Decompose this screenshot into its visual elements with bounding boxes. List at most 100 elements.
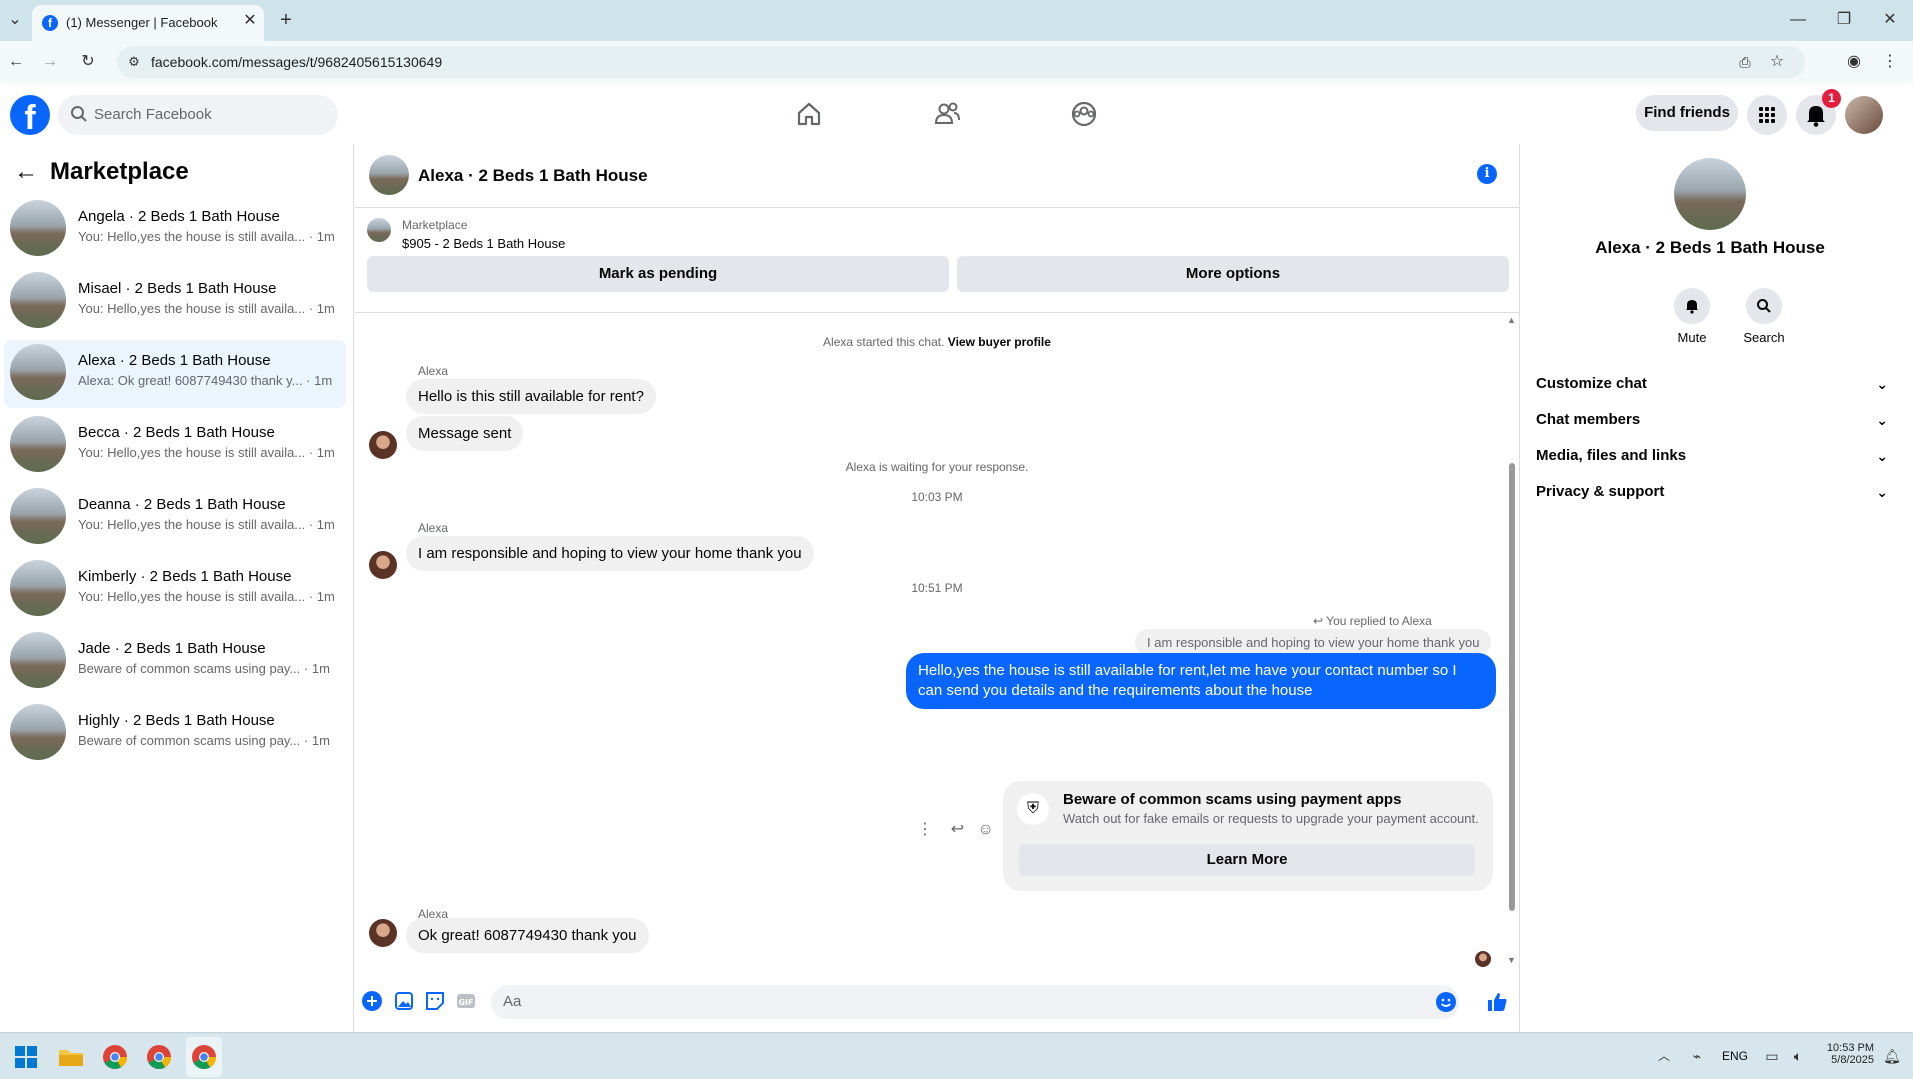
chat-listing-thumbnail[interactable] bbox=[369, 155, 409, 195]
file-explorer-icon[interactable] bbox=[58, 1045, 84, 1069]
listing-thumbnail bbox=[10, 200, 66, 256]
quoted-message[interactable]: I am responsible and hoping to view your… bbox=[1135, 629, 1492, 656]
address-bar[interactable]: ⚙ facebook.com/messages/t/96824056151306… bbox=[117, 46, 1805, 78]
outgoing-message[interactable]: Hello,yes the house is still available f… bbox=[906, 653, 1496, 709]
windows-start-icon[interactable] bbox=[14, 1045, 38, 1069]
emoji-icon[interactable] bbox=[1435, 991, 1457, 1013]
more-options-button[interactable]: More options bbox=[957, 256, 1509, 292]
site-info-icon[interactable]: ⚙ bbox=[125, 52, 143, 72]
notification-bell-icon[interactable]: 🔔︎ bbox=[1882, 1046, 1902, 1066]
back-icon[interactable]: ← bbox=[6, 52, 26, 72]
scrollbar-thumb[interactable] bbox=[1509, 463, 1515, 911]
scam-warning-text: Watch out for fake emails or requests to… bbox=[1063, 811, 1479, 826]
listing-photo[interactable] bbox=[1674, 158, 1746, 230]
photo-icon[interactable] bbox=[393, 990, 415, 1012]
chevron-down-icon: ⌄ bbox=[1876, 448, 1888, 464]
bookmark-star-icon[interactable]: ☆ bbox=[1767, 52, 1787, 72]
message-input[interactable]: Aa bbox=[491, 985, 1459, 1019]
chrome-active-icon[interactable] bbox=[186, 1037, 222, 1077]
browser-menu-icon[interactable]: ⋮ bbox=[1880, 52, 1900, 72]
sticker-icon[interactable] bbox=[424, 990, 446, 1012]
chrome-icon[interactable] bbox=[102, 1044, 128, 1070]
clock-date: 5/8/2025 bbox=[1831, 1054, 1874, 1066]
groups-icon[interactable] bbox=[1064, 94, 1104, 134]
more-icon[interactable]: ⋮ bbox=[917, 821, 933, 838]
scam-warning-title: Beware of common scams using payment app… bbox=[1063, 791, 1402, 808]
react-emoji-icon[interactable]: ☺ bbox=[978, 821, 994, 838]
chrome-profile-icon[interactable] bbox=[146, 1044, 172, 1070]
sender-name: Alexa bbox=[418, 521, 449, 535]
tab-close-icon[interactable]: ✕ bbox=[240, 11, 260, 31]
mark-as-pending-button[interactable]: Mark as pending bbox=[367, 256, 949, 292]
minimize-icon[interactable]: — bbox=[1788, 10, 1808, 30]
conversation-item[interactable]: Deanna · 2 Beds 1 Bath House You: Hello,… bbox=[4, 484, 346, 552]
chat-title[interactable]: Alexa · 2 Beds 1 Bath House bbox=[418, 166, 648, 186]
sender-avatar[interactable] bbox=[369, 431, 397, 459]
facebook-search[interactable]: Search Facebook bbox=[58, 95, 338, 135]
clock[interactable]: 10:53 PM 5/8/2025 bbox=[1810, 1042, 1874, 1066]
reply-icon[interactable]: ↩ bbox=[951, 821, 964, 838]
sender-avatar[interactable] bbox=[369, 551, 397, 579]
view-buyer-profile-link[interactable]: View buyer profile bbox=[948, 335, 1051, 349]
learn-more-button[interactable]: Learn More bbox=[1019, 844, 1475, 876]
find-friends-button[interactable]: Find friends bbox=[1636, 95, 1738, 131]
media-files-links-section[interactable]: Media, files and links ⌄ bbox=[1536, 438, 1888, 474]
close-window-icon[interactable]: ✕ bbox=[1880, 10, 1900, 30]
conversation-item[interactable]: Angela · 2 Beds 1 Bath House You: Hello,… bbox=[4, 196, 346, 264]
menu-grid-icon[interactable] bbox=[1747, 95, 1787, 135]
customize-chat-section[interactable]: Customize chat ⌄ bbox=[1536, 366, 1888, 402]
tray-chevron-up-icon[interactable]: ︿ bbox=[1654, 1046, 1674, 1066]
friends-icon[interactable] bbox=[927, 94, 967, 134]
details-title: Alexa · 2 Beds 1 Bath House bbox=[1595, 238, 1825, 257]
conversation-item[interactable]: Highly · 2 Beds 1 Bath House Beware of c… bbox=[4, 700, 346, 768]
back-arrow-icon[interactable]: ← bbox=[14, 158, 38, 186]
section-label: Chat members bbox=[1536, 411, 1641, 428]
conversation-item[interactable]: Becca · 2 Beds 1 Bath House You: Hello,y… bbox=[4, 412, 346, 480]
search-icon bbox=[70, 105, 88, 123]
conversation-item[interactable]: Kimberly · 2 Beds 1 Bath House You: Hell… bbox=[4, 556, 346, 624]
conversation-item-active[interactable]: Alexa · 2 Beds 1 Bath House Alexa: Ok gr… bbox=[4, 340, 346, 408]
conversation-name: Angela · 2 Beds 1 Bath House bbox=[78, 208, 280, 225]
mute-button[interactable]: Mute bbox=[1662, 288, 1722, 345]
incoming-message[interactable]: I am responsible and hoping to view your… bbox=[406, 536, 814, 571]
listing-thumbnail[interactable] bbox=[367, 218, 391, 242]
scroll-down-arrow-icon[interactable]: ▼ bbox=[1507, 955, 1516, 965]
reload-icon[interactable]: ↻ bbox=[78, 52, 98, 72]
conversation-snippet: You: Hello,yes the house is still availa… bbox=[78, 589, 335, 604]
listing-thumbnail bbox=[10, 488, 66, 544]
facebook-logo-icon[interactable]: f bbox=[10, 95, 50, 135]
tab-list-icon[interactable]: ⌄ bbox=[4, 10, 26, 32]
forward-icon[interactable]: → bbox=[40, 52, 60, 72]
restore-icon[interactable]: ❐ bbox=[1834, 10, 1854, 30]
new-tab-icon[interactable]: + bbox=[276, 10, 296, 30]
home-icon[interactable] bbox=[789, 94, 829, 134]
gif-icon[interactable]: GIF bbox=[455, 990, 477, 1012]
message-thread[interactable]: Alexa started this chat. View buyer prof… bbox=[355, 312, 1519, 972]
sender-avatar[interactable] bbox=[369, 919, 397, 947]
profile-icon[interactable]: ◉ bbox=[1844, 52, 1864, 72]
chat-members-section[interactable]: Chat members ⌄ bbox=[1536, 402, 1888, 438]
conversation-name: Becca · 2 Beds 1 Bath House bbox=[78, 424, 275, 441]
message-input-placeholder: Aa bbox=[503, 993, 522, 1010]
install-app-icon[interactable]: ⎙ bbox=[1735, 52, 1755, 72]
chat-window: Alexa · 2 Beds 1 Bath House i Marketplac… bbox=[355, 144, 1519, 1032]
info-icon[interactable]: i bbox=[1477, 164, 1497, 184]
incoming-message[interactable]: Hello is this still available for rent? bbox=[406, 379, 656, 414]
plus-circle-icon[interactable] bbox=[361, 990, 383, 1012]
privacy-support-section[interactable]: Privacy & support ⌄ bbox=[1536, 474, 1888, 510]
display-icon[interactable]: ▭ bbox=[1762, 1046, 1782, 1066]
account-avatar[interactable] bbox=[1845, 96, 1883, 134]
listing-thumbnail bbox=[10, 344, 66, 400]
incoming-message[interactable]: Ok great! 6087749430 thank you bbox=[406, 918, 649, 953]
language-indicator[interactable]: ENG bbox=[1722, 1049, 1748, 1063]
conversation-item[interactable]: Misael · 2 Beds 1 Bath House You: Hello,… bbox=[4, 268, 346, 336]
volume-icon[interactable]: 🔈︎ bbox=[1788, 1046, 1808, 1066]
listing-title[interactable]: $905 - 2 Beds 1 Bath House bbox=[402, 236, 565, 251]
network-icon[interactable]: ⌁ bbox=[1686, 1046, 1708, 1066]
url-text: facebook.com/messages/t/9682405615130649 bbox=[151, 54, 443, 70]
browser-tab[interactable]: f (1) Messenger | Facebook ✕ bbox=[32, 5, 264, 41]
conversation-item[interactable]: Jade · 2 Beds 1 Bath House Beware of com… bbox=[4, 628, 346, 696]
like-thumb-icon[interactable] bbox=[1485, 990, 1509, 1014]
search-in-chat-button[interactable]: Search bbox=[1734, 288, 1794, 345]
incoming-message[interactable]: Message sent bbox=[406, 416, 524, 451]
